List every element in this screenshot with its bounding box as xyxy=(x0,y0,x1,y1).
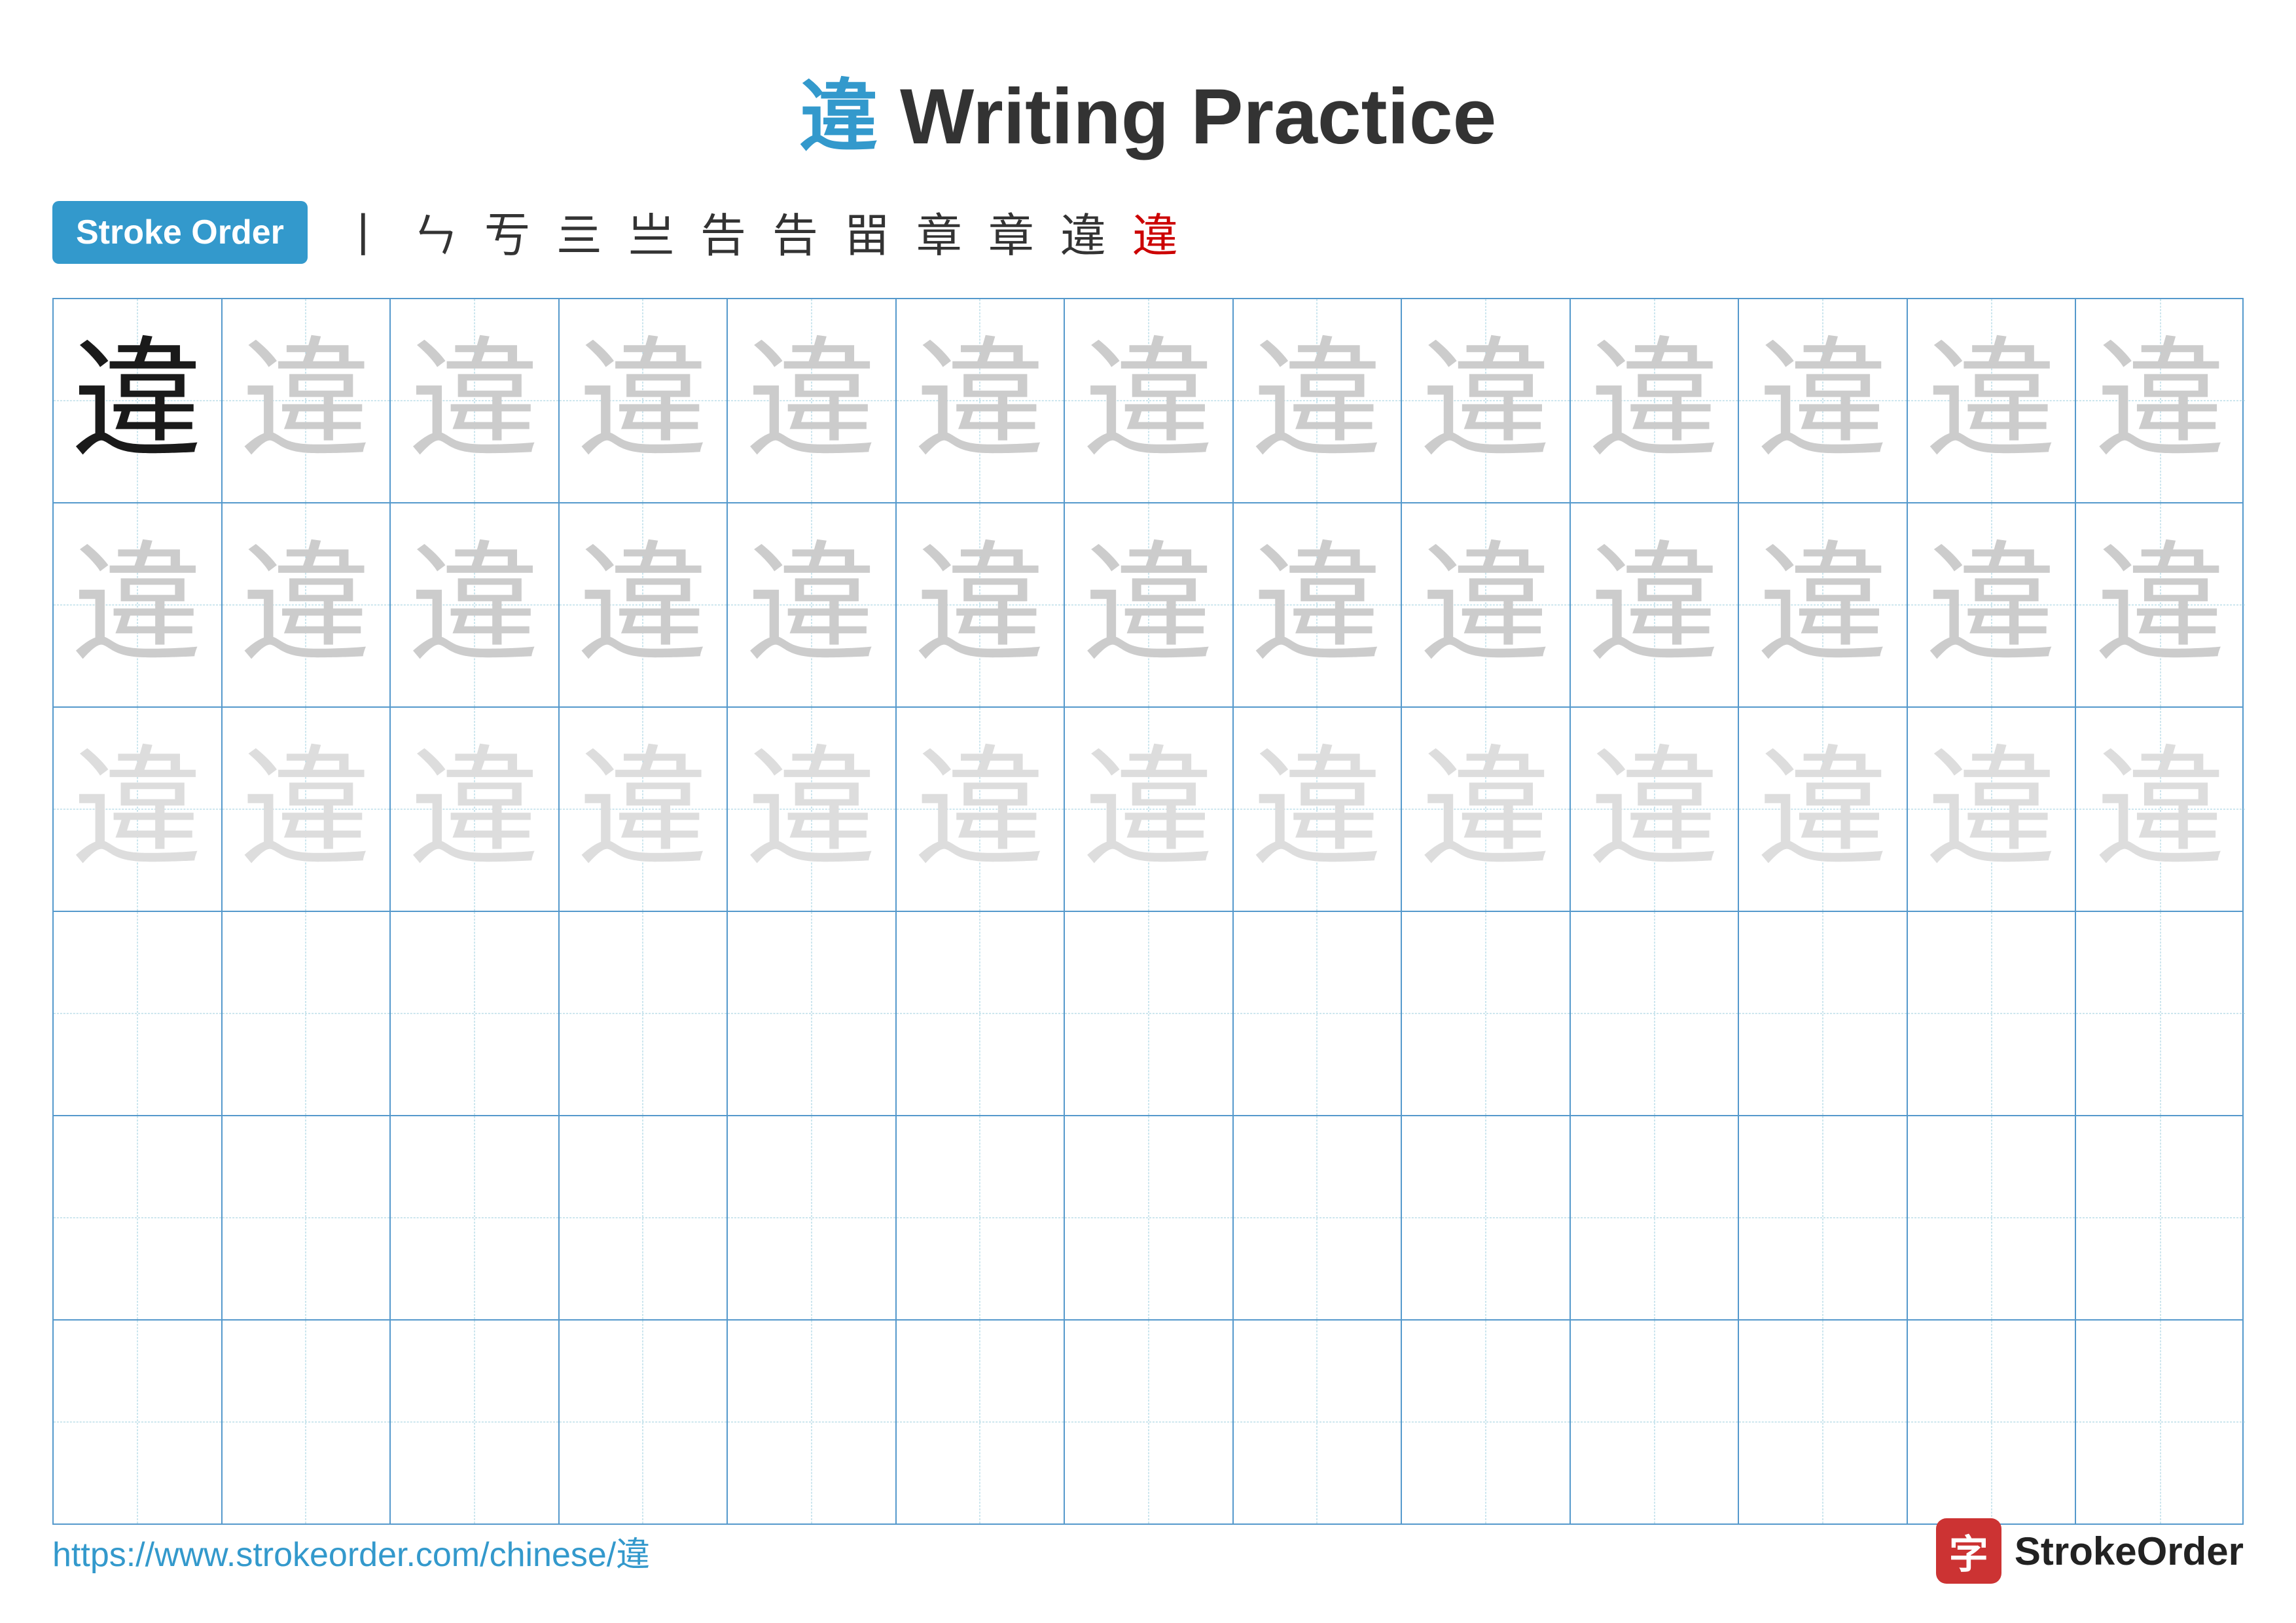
grid-cell[interactable]: 違 xyxy=(1739,299,1908,502)
grid-cell[interactable] xyxy=(1402,1116,1571,1319)
grid-cell[interactable]: 違 xyxy=(391,503,560,706)
title-rest: Writing Practice xyxy=(878,73,1497,160)
grid-cell[interactable]: 違 xyxy=(54,299,223,502)
grid-cell[interactable]: 違 xyxy=(2076,708,2245,911)
grid-cell[interactable]: 違 xyxy=(560,503,728,706)
practice-grid: 違 違 違 違 違 違 違 違 違 違 違 違 違 違 違 違 違 違 違 違 … xyxy=(52,298,2244,1525)
grid-cell[interactable] xyxy=(1234,1116,1403,1319)
grid-cell[interactable]: 違 xyxy=(897,708,1066,911)
grid-cell[interactable]: 違 xyxy=(54,708,223,911)
grid-cell[interactable] xyxy=(54,912,223,1115)
grid-cell[interactable]: 違 xyxy=(1402,708,1571,911)
grid-cell[interactable]: 違 xyxy=(1065,503,1234,706)
logo-text: StrokeOrder xyxy=(2015,1529,2244,1574)
footer: https://www.strokeorder.com/chinese/違 字 … xyxy=(52,1518,2244,1584)
grid-cell[interactable] xyxy=(1065,1321,1234,1523)
grid-cell[interactable]: 違 xyxy=(1571,299,1740,502)
grid-cell[interactable] xyxy=(2076,1321,2245,1523)
grid-cell[interactable] xyxy=(391,1321,560,1523)
grid-cell[interactable] xyxy=(1908,1321,2077,1523)
grid-cell[interactable] xyxy=(1402,912,1571,1115)
grid-cell[interactable]: 違 xyxy=(2076,299,2245,502)
grid-cell[interactable]: 違 xyxy=(1908,503,2077,706)
grid-cell[interactable] xyxy=(2076,1116,2245,1319)
grid-cell[interactable] xyxy=(728,1116,897,1319)
grid-cell[interactable] xyxy=(1234,1321,1403,1523)
grid-cell[interactable]: 違 xyxy=(1739,503,1908,706)
grid-cell[interactable] xyxy=(1908,912,2077,1115)
grid-cell[interactable] xyxy=(223,1116,391,1319)
stroke-order-row: Stroke Order 丨 ㄣ 亐 亖 亗 告 告 㽞 章 章 違 違 xyxy=(0,199,2296,265)
grid-cell[interactable]: 違 xyxy=(223,503,391,706)
grid-row xyxy=(54,1321,2242,1523)
grid-cell[interactable] xyxy=(1402,1321,1571,1523)
footer-url[interactable]: https://www.strokeorder.com/chinese/違 xyxy=(52,1527,650,1576)
grid-cell[interactable]: 違 xyxy=(897,503,1066,706)
grid-row: 違 違 違 違 違 違 違 違 違 違 違 違 違 xyxy=(54,503,2242,708)
grid-cell[interactable] xyxy=(897,1321,1066,1523)
grid-cell[interactable] xyxy=(1065,912,1234,1115)
grid-cell[interactable] xyxy=(54,1116,223,1319)
grid-cell[interactable]: 違 xyxy=(1402,299,1571,502)
grid-cell[interactable] xyxy=(1234,912,1403,1115)
grid-cell[interactable]: 違 xyxy=(1065,299,1234,502)
footer-logo: 字 StrokeOrder xyxy=(1936,1518,2244,1584)
grid-cell[interactable] xyxy=(1571,912,1740,1115)
grid-row: 違 違 違 違 違 違 違 違 違 違 違 違 違 xyxy=(54,299,2242,503)
grid-cell[interactable] xyxy=(391,1116,560,1319)
grid-cell[interactable] xyxy=(1908,1116,2077,1319)
grid-cell[interactable] xyxy=(560,912,728,1115)
grid-cell[interactable] xyxy=(1571,1321,1740,1523)
grid-cell[interactable] xyxy=(897,1116,1066,1319)
grid-cell[interactable]: 違 xyxy=(728,708,897,911)
grid-cell[interactable] xyxy=(560,1116,728,1319)
grid-cell[interactable]: 違 xyxy=(1402,503,1571,706)
grid-cell[interactable] xyxy=(1065,1116,1234,1319)
grid-cell[interactable]: 違 xyxy=(391,708,560,911)
grid-cell[interactable]: 違 xyxy=(560,708,728,911)
grid-cell[interactable] xyxy=(728,912,897,1115)
grid-cell[interactable]: 違 xyxy=(728,503,897,706)
grid-cell[interactable] xyxy=(1739,912,1908,1115)
grid-row xyxy=(54,1116,2242,1321)
grid-cell[interactable]: 違 xyxy=(1571,708,1740,911)
grid-cell[interactable]: 違 xyxy=(897,299,1066,502)
grid-cell[interactable] xyxy=(2076,912,2245,1115)
grid-cell[interactable]: 違 xyxy=(728,299,897,502)
grid-cell[interactable] xyxy=(391,912,560,1115)
grid-cell[interactable]: 違 xyxy=(1571,503,1740,706)
grid-cell[interactable] xyxy=(897,912,1066,1115)
stroke-sequence: 丨 ㄣ 亐 亖 亗 告 告 㽞 章 章 違 違 xyxy=(340,199,1178,265)
stroke-order-badge: Stroke Order xyxy=(52,201,308,264)
grid-cell[interactable]: 違 xyxy=(1908,708,2077,911)
grid-cell[interactable] xyxy=(728,1321,897,1523)
grid-cell[interactable] xyxy=(560,1321,728,1523)
grid-cell[interactable] xyxy=(223,1321,391,1523)
grid-cell[interactable] xyxy=(1571,1116,1740,1319)
grid-cell[interactable]: 違 xyxy=(1908,299,2077,502)
grid-cell[interactable]: 違 xyxy=(560,299,728,502)
grid-cell[interactable]: 違 xyxy=(223,299,391,502)
grid-cell[interactable] xyxy=(223,912,391,1115)
grid-cell[interactable]: 違 xyxy=(1739,708,1908,911)
grid-cell[interactable] xyxy=(54,1321,223,1523)
page-title: 違 Writing Practice xyxy=(0,0,2296,199)
grid-cell[interactable]: 違 xyxy=(2076,503,2245,706)
grid-cell[interactable] xyxy=(1739,1321,1908,1523)
grid-cell[interactable] xyxy=(1739,1116,1908,1319)
logo-icon: 字 xyxy=(1936,1518,2001,1584)
grid-cell[interactable]: 違 xyxy=(1234,708,1403,911)
grid-row: 違 違 違 違 違 違 違 違 違 違 違 違 違 xyxy=(54,708,2242,912)
grid-cell[interactable]: 違 xyxy=(391,299,560,502)
grid-cell[interactable]: 違 xyxy=(1065,708,1234,911)
title-char: 違 xyxy=(800,73,878,160)
grid-row xyxy=(54,912,2242,1116)
grid-cell[interactable]: 違 xyxy=(1234,299,1403,502)
grid-cell[interactable]: 違 xyxy=(54,503,223,706)
grid-cell[interactable]: 違 xyxy=(1234,503,1403,706)
grid-cell[interactable]: 違 xyxy=(223,708,391,911)
